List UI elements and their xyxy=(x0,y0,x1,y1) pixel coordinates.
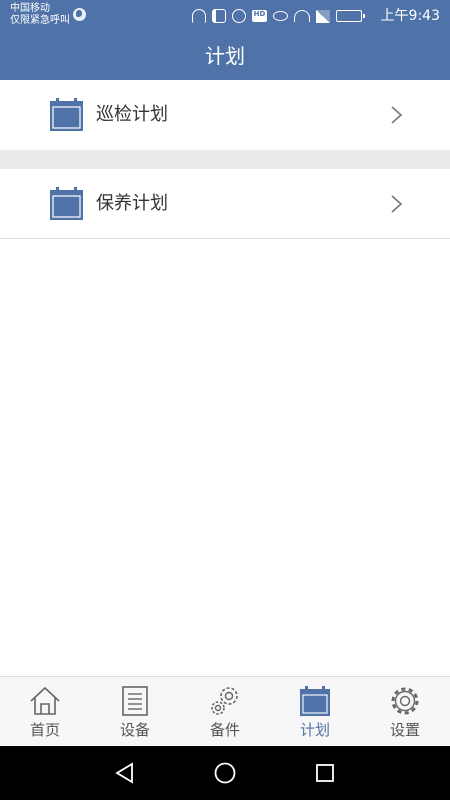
status-icons: HD xyxy=(192,7,365,25)
tab-label: 首页 xyxy=(29,721,60,739)
headset-icon xyxy=(192,9,206,23)
eye-icon xyxy=(273,11,288,21)
tab-spare-parts[interactable]: 备件 xyxy=(180,677,270,747)
back-icon[interactable] xyxy=(112,760,138,786)
plan-item-label: 保养计划 xyxy=(96,193,168,214)
status-bar: 中国移动 仅限紧急呼叫 HD 上午9:43 xyxy=(0,0,450,32)
page-title: 计划 xyxy=(0,32,450,80)
plan-item-label: 巡检计划 xyxy=(96,104,168,125)
device-list-icon xyxy=(122,686,148,716)
plan-item-inspection[interactable]: 巡检计划 xyxy=(0,80,450,150)
tab-label: 计划 xyxy=(299,721,330,739)
calendar-icon xyxy=(50,187,83,220)
wifi-icon xyxy=(294,10,310,22)
chevron-right-icon xyxy=(391,195,403,213)
carrier-name: 中国移动 xyxy=(10,3,50,14)
tab-home[interactable]: 首页 xyxy=(0,677,90,747)
tab-plan[interactable]: 计划 xyxy=(270,677,360,747)
hd-icon: HD xyxy=(252,10,267,22)
plan-item-maintenance[interactable]: 保养计划 xyxy=(0,169,450,239)
calendar-icon xyxy=(300,686,330,716)
signal-icon xyxy=(316,9,330,23)
system-nav-bar xyxy=(0,746,450,800)
home-circle-icon[interactable] xyxy=(212,760,238,786)
bottom-tab-bar: 首页 设备 备件 计划 设置 xyxy=(0,676,450,746)
carrier-status: 仅限紧急呼叫 xyxy=(10,15,70,26)
globe-icon xyxy=(73,8,86,21)
alarm-icon xyxy=(232,9,246,23)
status-time: 上午9:43 xyxy=(380,8,440,24)
battery-icon xyxy=(336,10,365,22)
gears-icon xyxy=(211,687,238,715)
tab-label: 设置 xyxy=(389,721,420,739)
carrier-info: 中国移动 仅限紧急呼叫 xyxy=(10,3,70,27)
calendar-icon xyxy=(50,98,83,131)
settings-icon xyxy=(391,687,419,715)
tab-settings[interactable]: 设置 xyxy=(360,677,450,747)
tab-label: 设备 xyxy=(119,721,150,739)
recents-icon[interactable] xyxy=(312,760,338,786)
mute-icon xyxy=(212,9,226,23)
tab-label: 备件 xyxy=(209,721,240,739)
tab-devices[interactable]: 设备 xyxy=(90,677,180,747)
chevron-right-icon xyxy=(391,106,403,124)
section-divider xyxy=(0,150,450,169)
home-icon xyxy=(30,686,60,715)
